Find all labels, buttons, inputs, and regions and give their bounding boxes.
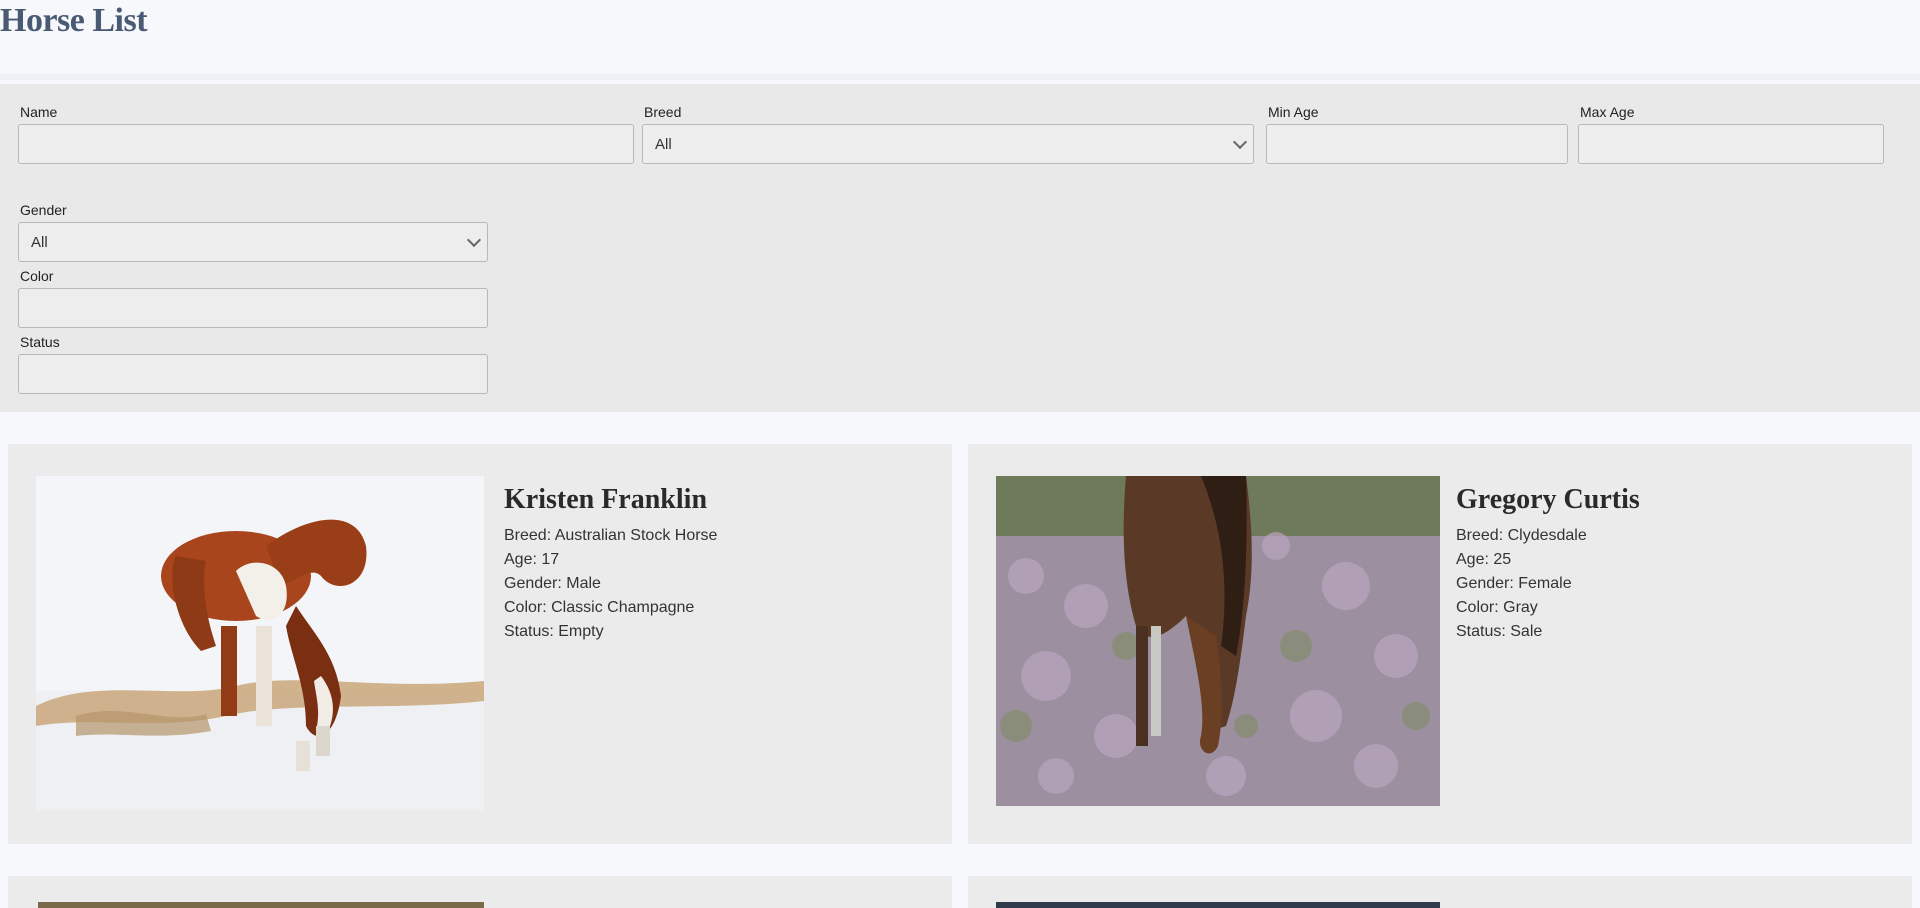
horse-age: Age: 17 — [504, 551, 560, 568]
horse-name: Kristen Franklin — [504, 484, 708, 515]
horse-card[interactable]: Gregory Curtis Breed: Clydesdale Age: 25… — [968, 444, 1912, 844]
max-age-label: Max Age — [1580, 104, 1635, 120]
card-row-separator — [0, 844, 1920, 866]
name-label: Name — [20, 104, 58, 120]
status-input[interactable] — [18, 354, 488, 394]
horse-name: Gregory Curtis — [1456, 484, 1640, 515]
min-age-input[interactable] — [1266, 124, 1568, 164]
horse-age: Age: 25 — [1456, 551, 1512, 568]
horse-card[interactable] — [968, 876, 1912, 908]
horse-card[interactable] — [8, 876, 952, 908]
horse-photo — [996, 476, 1440, 806]
horse-status: Status: Sale — [1456, 623, 1543, 640]
chevron-down-icon — [1232, 134, 1248, 150]
page-header: Horse List — [0, 0, 1920, 80]
horse-card[interactable]: Kristen Franklin Breed: Australian Stock… — [8, 444, 952, 844]
horse-photo — [36, 476, 484, 810]
gender-select-value: All — [31, 233, 48, 251]
breed-select[interactable]: All — [642, 124, 1254, 164]
chevron-down-icon — [466, 232, 482, 248]
page-title: Horse List — [0, 2, 148, 39]
horse-gender: Gender: Male — [504, 575, 601, 592]
name-input[interactable] — [18, 124, 634, 164]
color-input[interactable] — [18, 288, 488, 328]
breed-select-value: All — [655, 135, 672, 153]
horse-list-page: Horse List Name Breed All Min Age Max Ag… — [0, 0, 1920, 908]
max-age-input[interactable] — [1578, 124, 1884, 164]
gender-select[interactable]: All — [18, 222, 488, 262]
min-age-label: Min Age — [1268, 104, 1319, 120]
horse-info: Kristen Franklin Breed: Australian Stock… — [504, 484, 717, 644]
breed-label: Breed — [644, 104, 682, 120]
horse-breed: Breed: Australian Stock Horse — [504, 527, 718, 544]
horse-photo — [38, 902, 484, 908]
horse-color: Color: Gray — [1456, 599, 1538, 616]
filter-panel: Name Breed All Min Age Max Age Gender Al… — [0, 84, 1920, 412]
gender-label: Gender — [20, 202, 67, 218]
horse-photo — [996, 902, 1440, 908]
status-label: Status — [20, 334, 60, 350]
horse-gender: Gender: Female — [1456, 575, 1572, 592]
horse-info: Gregory Curtis Breed: Clydesdale Age: 25… — [1456, 484, 1640, 644]
horse-breed: Breed: Clydesdale — [1456, 527, 1587, 544]
horse-color: Color: Classic Champagne — [504, 599, 695, 616]
horse-status: Status: Empty — [504, 623, 604, 640]
color-label: Color — [20, 268, 54, 284]
